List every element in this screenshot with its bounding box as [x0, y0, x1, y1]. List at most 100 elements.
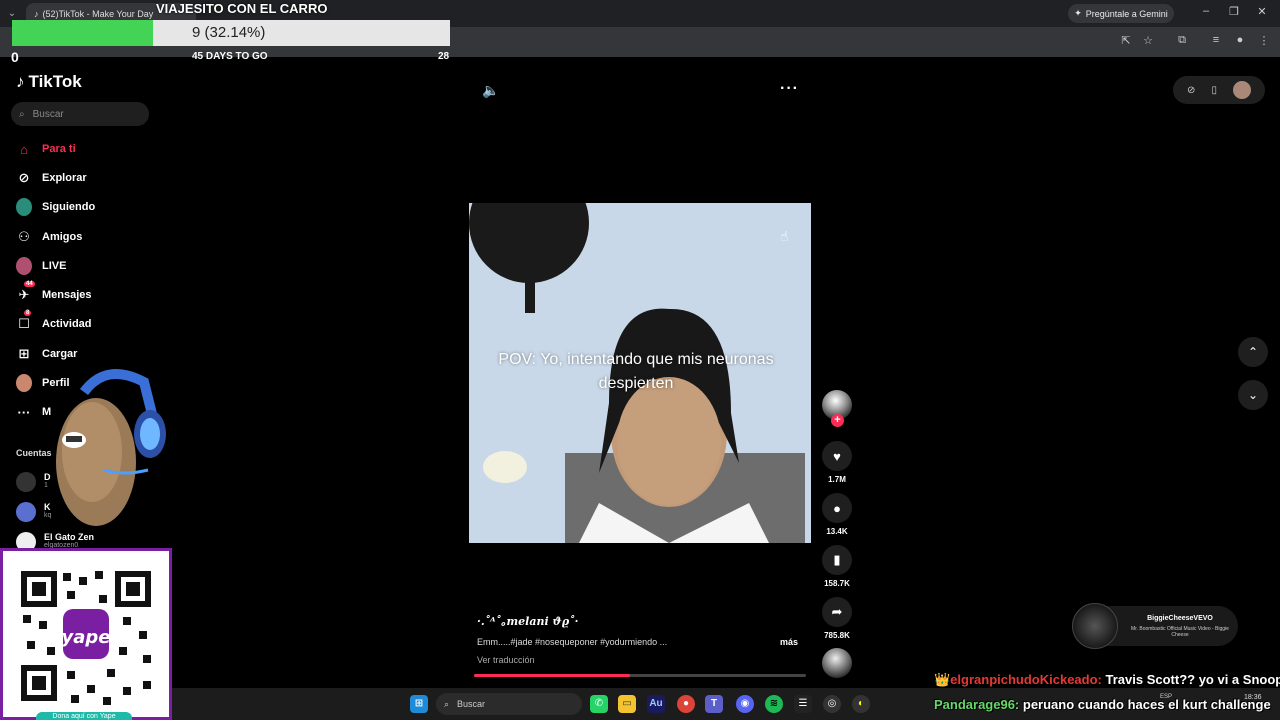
follow-plus-icon[interactable]: +	[831, 414, 844, 427]
browser-menu-icon[interactable]: ⋮	[1256, 34, 1272, 47]
avatar	[16, 472, 36, 492]
compass-icon: ⊘	[18, 170, 30, 185]
video-progress-fill	[474, 674, 631, 677]
spotify-icon[interactable]: ≋	[765, 695, 783, 713]
chat-text: Travis Scott?? yo vi a Snoop	[1101, 672, 1280, 687]
messages-badge: 44	[24, 281, 35, 287]
goal-max-label: 28	[438, 51, 450, 62]
goal-days-label: 45 DAYS TO GO	[192, 51, 268, 62]
tiktok-favicon-icon: ♪	[34, 9, 39, 19]
yape-qr-code: yape	[0, 548, 172, 720]
goal-progress-fill	[12, 20, 153, 46]
app-icon[interactable]: ☰	[794, 695, 812, 713]
friends-icon: ⚇	[18, 229, 30, 244]
share-button[interactable]: ➦ 785.8K	[820, 597, 854, 640]
goal-title: VIAJESITO CON EL CARRO	[156, 1, 328, 16]
video-author[interactable]: ·.˚ᴬ˚｡melani ϑϱ˚·	[477, 613, 578, 629]
save-count: 158.7K	[824, 579, 850, 588]
chrome-icon[interactable]: ●	[677, 695, 695, 713]
qr-code-image: yape	[21, 571, 151, 705]
whatsapp-icon[interactable]: ✆	[590, 695, 608, 713]
see-translation-link[interactable]: Ver traducción	[477, 655, 535, 665]
like-count: 1.7M	[828, 475, 846, 484]
goal-progress-text: 9 (32.14%)	[192, 24, 266, 41]
messages-icon: ✈ 44	[18, 281, 35, 302]
activity-icon: ☐ 8	[18, 310, 32, 331]
heart-icon: ♥	[822, 441, 852, 471]
share-count: 785.8K	[824, 631, 850, 640]
save-button[interactable]: ▮ 158.7K	[820, 545, 854, 588]
comment-button[interactable]: ● 13.4K	[820, 493, 854, 536]
file-explorer-icon[interactable]: ▭	[618, 695, 636, 713]
tiktok-logo[interactable]: ♪ TikTok	[16, 72, 82, 92]
goal-min-label: 0	[11, 49, 19, 65]
nav-item-para-ti[interactable]: ⌂ Para ti	[16, 139, 76, 159]
obs-icon[interactable]: ◎	[823, 695, 841, 713]
minimize-icon[interactable]: –	[1196, 5, 1216, 17]
activity-badge: 8	[24, 310, 32, 316]
webcam-potato-avatar	[56, 369, 166, 526]
gemini-sparkle-icon: ✦	[1074, 8, 1082, 18]
nav-item-cargar[interactable]: ⊞ Cargar	[16, 344, 78, 364]
description-more-link[interactable]: más	[780, 637, 798, 647]
tiktok-note-icon: ♪	[16, 72, 25, 91]
qr-donate-label: Dona aquí con Yape	[36, 712, 132, 720]
share-arrow-icon: ➦	[822, 597, 852, 627]
previous-video-chevron-up-icon[interactable]: ⌃	[1238, 337, 1268, 367]
search-icon: ⌕	[444, 698, 450, 709]
video-caption: POV: Yo, intentando que mis neuronas des…	[498, 351, 774, 392]
chat-message: 👑elgranpichudoKickeado: Travis Scott?? y…	[934, 672, 1280, 688]
nav-item-mensajes[interactable]: ✈ 44 Mensajes	[16, 281, 92, 305]
live-icon	[16, 257, 32, 275]
nav-item-siguiendo[interactable]: Siguiendo	[16, 197, 95, 217]
app-icon-2[interactable]: ◐	[852, 695, 870, 713]
volume-icon[interactable]: 🔈	[482, 82, 499, 99]
taskbar-search[interactable]: ⌕ Buscar	[436, 693, 582, 715]
comment-icon: ●	[822, 493, 852, 523]
profile-avatar-icon	[16, 374, 32, 392]
upload-icon: ⊞	[18, 346, 30, 361]
now-playing-title: BiggieCheeseVEVO	[1147, 615, 1213, 622]
user-avatar[interactable]	[1232, 81, 1251, 99]
audition-icon[interactable]: Au	[647, 695, 665, 713]
windows-start-icon[interactable]: ⊞	[410, 695, 428, 713]
chat-text: peruano cuando haces el kurt challenge	[1019, 697, 1271, 712]
next-video-chevron-down-icon[interactable]: ⌄	[1238, 380, 1268, 410]
extensions-icon[interactable]: ⧉	[1174, 34, 1190, 47]
teams-icon[interactable]: T	[705, 695, 723, 713]
discord-icon[interactable]: ◉	[736, 695, 754, 713]
tab-title: (52)TikTok - Make Your Day	[42, 9, 154, 19]
cast-icon[interactable]: ⇱	[1118, 34, 1134, 47]
like-button[interactable]: ♥ 1.7M	[820, 441, 854, 484]
home-icon: ⌂	[20, 141, 28, 157]
video-description: Emm.....#jade #nosequeponer #yodurmiendo…	[477, 637, 668, 647]
comment-count: 13.4K	[826, 527, 848, 536]
coin-icon[interactable]: ⊘	[1187, 85, 1195, 96]
top-right-controls: ⊘ ▯	[1173, 76, 1265, 104]
bookmark-star-icon[interactable]: ☆	[1140, 34, 1156, 47]
chat-message: Pandarage96: peruano cuando haces el kur…	[934, 697, 1271, 712]
search-input[interactable]: ⌕ Buscar	[11, 102, 149, 126]
avatar	[16, 502, 36, 522]
profile-icon[interactable]: ●	[1232, 34, 1248, 46]
nav-item-amigos[interactable]: ⚇ Amigos	[16, 227, 82, 247]
following-avatar-icon	[16, 198, 32, 216]
nav-item-explorar[interactable]: ⊘ Explorar	[16, 168, 87, 188]
video-progress-bar[interactable]	[474, 674, 806, 677]
search-icon: ⌕	[19, 108, 25, 120]
yape-brand-text: yape	[62, 627, 111, 648]
reading-list-icon[interactable]: ≡	[1208, 34, 1224, 46]
more-options-icon[interactable]: ···	[780, 80, 799, 98]
now-playing-disc-icon	[1072, 603, 1118, 649]
bookmark-icon: ▮	[822, 545, 852, 575]
chat-username: Pandarage96:	[934, 697, 1020, 712]
close-icon[interactable]: ✕	[1252, 5, 1272, 18]
ask-gemini-button[interactable]: ✦ Pregúntale a Gemini	[1068, 4, 1174, 23]
nav-item-live[interactable]: LIVE	[16, 256, 66, 276]
now-playing-subtitle: Mr. Boombastic Official Music Video - Bi…	[1131, 626, 1229, 638]
music-disc-icon[interactable]	[822, 648, 852, 678]
maximize-icon[interactable]: ❐	[1224, 5, 1244, 18]
mouse-cursor-icon: ☝	[780, 228, 789, 244]
device-icon[interactable]: ▯	[1211, 85, 1217, 96]
nav-item-actividad[interactable]: ☐ 8 Actividad	[16, 310, 92, 334]
